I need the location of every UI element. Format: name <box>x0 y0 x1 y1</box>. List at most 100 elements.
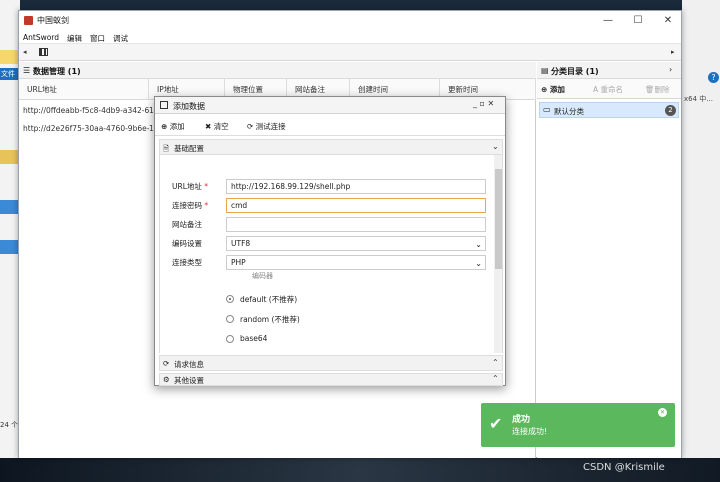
menu-window[interactable]: 窗口 <box>90 33 105 44</box>
app-icon <box>24 16 33 25</box>
monitor-icon <box>0 240 20 254</box>
category-item[interactable]: ▭ 默认分类 2 <box>539 102 679 118</box>
rename-category-button[interactable]: A 重命名 <box>593 84 623 95</box>
window-title: 中国蚁剑 <box>37 16 69 25</box>
column-url[interactable]: URL地址 <box>19 79 149 100</box>
encoder-radio-random[interactable] <box>226 315 234 323</box>
category-header: ▤ 分类目录 (1) › <box>537 62 681 79</box>
clear-button[interactable]: ✖ 清空 <box>205 121 229 132</box>
add-button[interactable]: ⊕ 添加 <box>161 121 185 132</box>
item-count: 24 个 <box>0 421 19 429</box>
folder-icon: ▭ <box>543 105 551 114</box>
menu-debug[interactable]: 调试 <box>113 33 128 44</box>
url-label: URL地址 * <box>172 182 209 191</box>
title-bar: 中国蚁剑 — ☐ ✕ <box>19 11 681 30</box>
rename-label: 重命名 <box>600 85 624 94</box>
delete-category-button[interactable]: 🗑删除 <box>645 84 670 95</box>
form-scrollbar[interactable] <box>494 155 502 353</box>
folder-icon <box>0 150 20 164</box>
menu-antsword[interactable]: AntSword <box>23 33 59 42</box>
type-label: 连接类型 <box>172 258 202 267</box>
url-input[interactable]: http://192.168.99.129/shell.php <box>226 179 486 194</box>
chevron-left-icon[interactable]: ◂ <box>23 48 27 56</box>
type-value: PHP <box>231 258 246 267</box>
close-button[interactable]: ✕ <box>653 13 683 28</box>
list-icon: ☰ <box>23 66 31 75</box>
section-request[interactable]: ⟳ 请求信息 ⌃ <box>159 355 503 371</box>
refresh-icon: ⟳ <box>163 359 170 368</box>
add-category-button[interactable]: ⊕ 添加 <box>541 84 565 95</box>
chevron-right-icon[interactable]: ▸ <box>671 48 675 56</box>
tab-toolbar: ◂ ▸ <box>19 44 681 61</box>
delete-label: 删除 <box>654 85 670 94</box>
close-icon[interactable]: ✕ <box>658 408 667 417</box>
category-item-label: 默认分类 <box>554 107 584 116</box>
encoder-radio-base64[interactable] <box>226 335 234 343</box>
basic-form: URL地址 * http://192.168.99.129/shell.php … <box>159 155 503 353</box>
folder-icon <box>0 50 20 64</box>
clear-label: 清空 <box>213 122 229 131</box>
encoding-label: 编码设置 <box>172 239 202 248</box>
dialog-title: 添加数据 <box>173 102 205 111</box>
test-label: 测试连接 <box>255 122 286 131</box>
note-input[interactable] <box>226 217 486 232</box>
cloud-icon <box>0 200 20 214</box>
category-count-badge: 2 <box>665 105 676 116</box>
add-label: 添加 <box>169 122 185 131</box>
password-label: 连接密码 * <box>172 201 209 210</box>
encoder-label-default: default (不推荐) <box>240 295 298 304</box>
chevron-down-icon: ⌄ <box>475 240 482 249</box>
add-label: 添加 <box>549 85 565 94</box>
right-text: x64 中... <box>684 95 713 103</box>
success-toast: ✔ 成功 连接成功! ✕ <box>481 403 675 447</box>
folder-icon: ▤ <box>541 66 549 75</box>
section-other-label: 其他设置 <box>174 376 204 385</box>
test-connection-button[interactable]: ⟳ 测试连接 <box>247 121 286 132</box>
dialog-toolbar: ⊕ 添加 ✖ 清空 ⟳ 测试连接 <box>155 116 505 136</box>
encoder-label-base64: base64 <box>240 334 268 343</box>
category-title: 分类目录 (1) <box>551 67 599 76</box>
encoder-radio-default[interactable] <box>226 295 234 303</box>
password-input[interactable]: cmd <box>226 198 486 213</box>
gear-icon: ⚙ <box>163 375 170 384</box>
section-request-label: 请求信息 <box>174 360 204 369</box>
section-basic-label: 基础配置 <box>174 144 204 153</box>
category-panel: ▤ 分类目录 (1) › ⊕ 添加 A 重命名 🗑删除 ▭ 默认分类 2 <box>537 62 681 458</box>
menu-bar: AntSword 编辑 窗口 调试 <box>19 30 681 44</box>
note-label: 网站备注 <box>172 220 202 229</box>
toast-title: 成功 <box>512 415 531 425</box>
data-panel-header: ☰ 数据管理 (1) <box>19 62 536 79</box>
window-icon <box>160 101 168 109</box>
encoder-label: 编码器 <box>252 272 273 280</box>
encoding-value: UTF8 <box>231 239 251 248</box>
help-icon[interactable]: ? <box>708 72 719 83</box>
chevron-down-icon: ⌄ <box>492 142 499 151</box>
toast-message: 连接成功! <box>512 427 548 436</box>
encoder-label-random: random (不推荐) <box>240 315 300 324</box>
menu-edit[interactable]: 编辑 <box>67 33 82 44</box>
section-other[interactable]: ⚙ 其他设置 ⌃ <box>159 373 503 386</box>
row-url: http://d2e26f75-30aa-4760-9b6e- <box>23 124 150 133</box>
category-toolbar: ⊕ 添加 A 重命名 🗑删除 <box>537 79 681 99</box>
dialog-header: 添加数据 _ ▫ ✕ <box>155 97 505 114</box>
desktop-left-strip: 文件 24 个 <box>0 0 20 482</box>
chevron-up-icon: ⌃ <box>492 358 499 367</box>
chevron-right-icon[interactable]: › <box>669 65 672 74</box>
minimize-button[interactable]: — <box>593 13 623 28</box>
data-panel-title: 数据管理 (1) <box>33 67 81 76</box>
chevron-up-icon: ⌃ <box>492 374 499 383</box>
add-data-dialog: 添加数据 _ ▫ ✕ ⊕ 添加 ✖ 清空 ⟳ 测试连接 🗎 基础配置 ⌄ URL… <box>154 96 506 386</box>
desktop-right-strip: ? x64 中... <box>682 0 720 482</box>
dialog-controls[interactable]: _ ▫ ✕ <box>473 99 494 108</box>
scroll-thumb[interactable] <box>495 169 502 269</box>
section-basic[interactable]: 🗎 基础配置 ⌄ <box>159 139 503 155</box>
encoding-select[interactable]: UTF8 ⌄ <box>226 236 486 251</box>
check-icon: ✔ <box>489 414 503 433</box>
chevron-down-icon: ⌄ <box>475 259 482 268</box>
watermark: CSDN @Krismile <box>583 462 665 473</box>
maximize-button[interactable]: ☐ <box>623 13 653 28</box>
row-url: http://0ffdeabb-f5c8-4db9-a342-6 <box>23 106 150 115</box>
type-select[interactable]: PHP ⌄ <box>226 255 486 270</box>
file-tab[interactable]: 文件 <box>0 68 20 80</box>
grid-icon[interactable] <box>39 48 48 56</box>
